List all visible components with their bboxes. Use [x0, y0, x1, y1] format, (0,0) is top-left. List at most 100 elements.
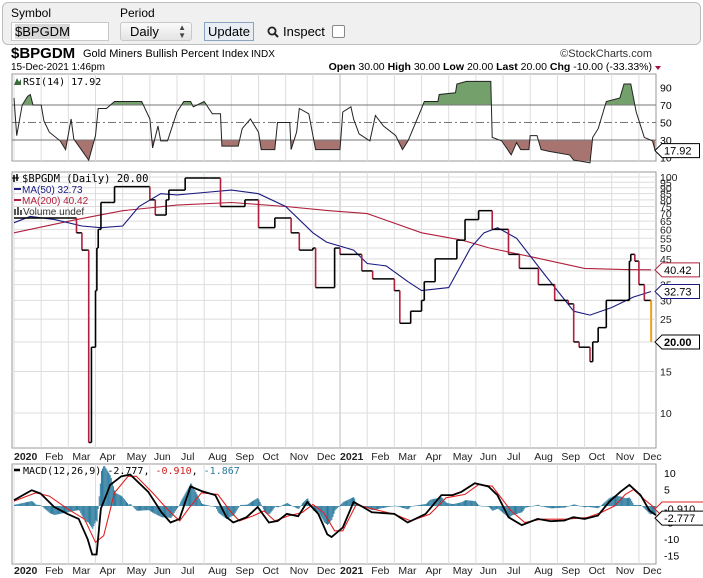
- macd-histogram-bar: [243, 504, 245, 506]
- x-tick-label: Jul: [507, 451, 520, 463]
- macd-histogram-bar: [430, 499, 432, 506]
- macd-histogram-bar: [526, 506, 528, 508]
- macd-histogram-bar: [598, 506, 600, 508]
- macd-histogram-bar: [144, 506, 146, 511]
- macd-histogram-bar: [218, 506, 220, 514]
- macd-histogram-bar: [426, 502, 428, 506]
- macd-histogram-bar: [80, 506, 82, 514]
- macd-histogram-bar: [419, 504, 421, 506]
- macd-histogram-bar: [209, 505, 211, 507]
- macd-histogram-bar: [490, 506, 492, 509]
- macd-histogram-bar: [237, 506, 239, 508]
- macd-histogram-bar: [330, 506, 332, 522]
- macd-histogram-bar: [236, 506, 238, 510]
- macd-histogram-bar: [72, 506, 74, 512]
- x-tick-label: Aug: [208, 451, 227, 463]
- x-tick-label: Apr: [426, 565, 443, 577]
- macd-histogram-bar: [213, 506, 215, 507]
- macd-histogram-bar: [412, 505, 414, 507]
- macd-histogram-bar: [326, 506, 328, 525]
- macd-histogram-bar: [282, 505, 284, 506]
- x-tick-label: Nov: [616, 565, 635, 577]
- macd-histogram-bar: [632, 502, 634, 506]
- macd-histogram-bar: [293, 506, 295, 507]
- macd-histogram-bar: [180, 501, 182, 506]
- macd-histogram-bar: [298, 506, 300, 509]
- macd-histogram-bar: [455, 503, 457, 506]
- macd-y-tick-label: -10: [664, 534, 679, 546]
- macd-histogram-bar: [599, 506, 601, 507]
- macd-histogram-bar: [335, 506, 337, 510]
- macd-histogram-bar: [182, 497, 184, 506]
- macd-histogram-bar: [519, 506, 521, 513]
- macd-histogram-bar: [167, 506, 169, 518]
- macd-histogram-bar: [560, 506, 562, 508]
- macd-histogram-bar: [404, 506, 406, 509]
- macd-histogram-bar: [31, 501, 33, 506]
- x-tick-label: Dec: [317, 565, 336, 577]
- macd-histogram-bar: [522, 506, 524, 511]
- macd-histogram-bar: [147, 506, 149, 511]
- macd-histogram-bar: [629, 497, 631, 506]
- macd-histogram-bar: [444, 500, 446, 506]
- macd-histogram-bar: [383, 506, 385, 508]
- macd-histogram-bar: [27, 501, 29, 506]
- macd-histogram-bar: [487, 506, 489, 507]
- macd-histogram-bar: [601, 504, 603, 506]
- macd-histogram-bar: [394, 505, 396, 507]
- macd-histogram-bar: [50, 506, 52, 514]
- macd-histogram-bar: [346, 500, 348, 506]
- macd-histogram-bar: [19, 503, 21, 506]
- macd-histogram-bar: [545, 506, 547, 508]
- macd-histogram-bar: [343, 501, 345, 506]
- macd-histogram-bar: [77, 506, 79, 511]
- macd-histogram-bar: [573, 504, 575, 506]
- macd-histogram-bar: [337, 506, 339, 508]
- macd-histogram-bar: [386, 506, 388, 508]
- macd-panel: 1050-5-10-15-0.910-2.777: [11, 463, 703, 565]
- macd-histogram-bar: [267, 506, 269, 514]
- macd-histogram-bar: [475, 502, 477, 506]
- macd-histogram-bar: [93, 506, 95, 527]
- x-tick-label: Sep: [561, 565, 580, 577]
- chart-datetime: 15-Dec-2021 1:46pm: [11, 62, 105, 73]
- macd-histogram-bar: [546, 506, 548, 508]
- macd-histogram-bar: [303, 502, 305, 506]
- macd-histogram-bar: [294, 506, 296, 508]
- down-arrow-icon: [655, 66, 661, 70]
- x-tick-label: Feb: [45, 451, 63, 463]
- macd-histogram-bar: [636, 504, 638, 506]
- macd-histogram-bar: [349, 498, 351, 506]
- x-tick-label: Nov: [290, 451, 309, 463]
- macd-histogram-bar: [376, 506, 378, 510]
- macd-histogram-bar: [534, 505, 536, 506]
- macd-histogram-bar: [491, 506, 493, 510]
- macd-histogram-bar: [130, 504, 132, 506]
- x-tick-label: Dec: [643, 565, 662, 577]
- macd-histogram-bar: [531, 506, 533, 507]
- macd-histogram-bar: [387, 506, 389, 507]
- macd-histogram-bar: [348, 499, 350, 506]
- macd-histogram-bar: [593, 506, 595, 508]
- macd-histogram-bar: [558, 506, 560, 508]
- macd-histogram-bar: [390, 506, 392, 507]
- macd-histogram-bar: [99, 483, 101, 506]
- macd-histogram-bar: [196, 494, 198, 506]
- macd-histogram-bar: [568, 506, 570, 507]
- macd-histogram-bar: [24, 502, 26, 506]
- x-tick-label: Feb: [45, 565, 63, 577]
- macd-histogram-bar: [117, 493, 119, 506]
- macd-histogram-bar: [203, 504, 205, 506]
- macd-histogram-bar: [466, 500, 468, 506]
- macd-histogram-bar: [252, 501, 254, 506]
- x-tick-label: Sep: [561, 451, 580, 463]
- macd-histogram-bar: [270, 506, 272, 513]
- macd-histogram-bar: [465, 500, 467, 506]
- rsi-panel: 907050301017.92: [11, 73, 700, 165]
- macd-histogram-bar: [119, 495, 121, 506]
- macd-histogram-bar: [271, 506, 273, 511]
- macd-histogram-bar: [333, 506, 335, 514]
- ma200-value-badge: 40.42: [664, 265, 692, 277]
- macd-histogram-bar: [476, 503, 478, 506]
- macd-histogram-bar: [405, 506, 407, 509]
